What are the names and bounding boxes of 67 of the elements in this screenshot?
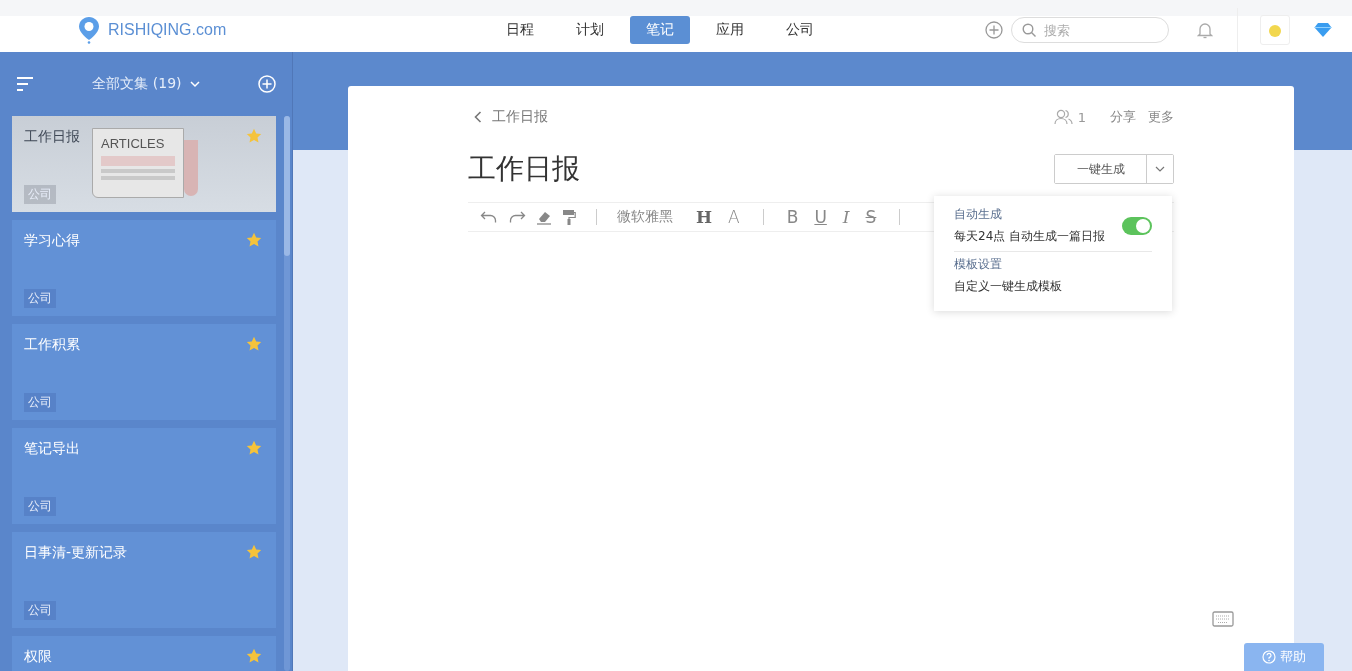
menu-icon[interactable] bbox=[16, 76, 34, 92]
members-icon[interactable] bbox=[1053, 109, 1074, 125]
add-icon[interactable] bbox=[985, 21, 1003, 39]
note-card[interactable]: 笔记导出 公司 bbox=[12, 428, 276, 524]
star-icon[interactable] bbox=[246, 128, 262, 144]
format-button[interactable]: U bbox=[811, 207, 830, 227]
note-tag: 公司 bbox=[24, 393, 56, 412]
diamond-icon[interactable] bbox=[1314, 22, 1332, 38]
nav-tab[interactable]: 日程 bbox=[490, 16, 550, 44]
star-icon[interactable] bbox=[246, 544, 262, 560]
format-button[interactable]: B bbox=[783, 207, 802, 227]
nav-tab[interactable]: 笔记 bbox=[630, 16, 690, 44]
note-tag: 公司 bbox=[24, 289, 56, 308]
collection-dropdown[interactable]: 全部文集 (19) bbox=[92, 75, 200, 93]
newspaper-drawing: ARTICLES bbox=[92, 128, 200, 198]
search-icon bbox=[1022, 23, 1037, 38]
chevron-down-icon bbox=[189, 80, 200, 88]
star-icon[interactable] bbox=[246, 336, 262, 352]
note-card[interactable]: 学习心得 公司 bbox=[12, 220, 276, 316]
avatar[interactable] bbox=[1260, 15, 1290, 45]
menu-item-description: 自定义一键生成模板 bbox=[954, 278, 1062, 295]
note-title: 日事清-更新记录 bbox=[24, 544, 128, 562]
help-icon bbox=[1262, 650, 1276, 664]
star-icon[interactable] bbox=[246, 440, 262, 456]
chevron-left-icon bbox=[474, 111, 482, 123]
star-icon[interactable] bbox=[246, 232, 262, 248]
action-link[interactable]: 分享 bbox=[1110, 108, 1136, 126]
nav-tab[interactable]: 公司 bbox=[770, 16, 830, 44]
caret-icon bbox=[1155, 166, 1165, 172]
menu-item-description: 每天24点 自动生成一篇日报 bbox=[954, 228, 1106, 245]
format-button[interactable]: I bbox=[839, 207, 853, 227]
bell-icon[interactable] bbox=[1197, 21, 1213, 39]
note-title: 工作日报 bbox=[24, 128, 80, 146]
undo-icon[interactable] bbox=[480, 210, 498, 224]
format-button[interactable]: S bbox=[862, 207, 880, 227]
document-title: 工作日报 bbox=[468, 151, 580, 187]
note-title: 权限 bbox=[24, 648, 52, 666]
menu-item-title[interactable]: 自动生成 bbox=[954, 206, 1106, 223]
toggle-switch[interactable] bbox=[1122, 216, 1152, 235]
search-field[interactable]: 搜索 bbox=[1011, 17, 1169, 43]
action-link[interactable]: 更多 bbox=[1148, 108, 1174, 126]
font-select[interactable]: 微软雅黑 bbox=[617, 208, 673, 226]
paint-roller-icon[interactable] bbox=[562, 209, 576, 225]
location-pin-icon bbox=[78, 16, 100, 44]
logo-text[interactable]: RISHIQING.com bbox=[108, 21, 227, 39]
note-card[interactable]: 日事清-更新记录 公司 bbox=[12, 532, 276, 628]
note-tag: 公司 bbox=[24, 601, 56, 620]
scrollbar-thumb[interactable] bbox=[284, 116, 290, 256]
format-button[interactable]: A bbox=[725, 207, 743, 227]
note-title: 工作积累 bbox=[24, 336, 80, 354]
keyboard-icon[interactable] bbox=[1212, 611, 1234, 627]
help-button[interactable]: 帮助 bbox=[1244, 643, 1324, 671]
note-title: 笔记导出 bbox=[24, 440, 80, 458]
nav-tab[interactable]: 应用 bbox=[700, 16, 760, 44]
note-card[interactable]: 工作积累 公司 bbox=[12, 324, 276, 420]
eraser-icon[interactable] bbox=[536, 209, 552, 225]
back-link[interactable]: 工作日报 bbox=[468, 108, 548, 126]
generate-button[interactable]: 一键生成 bbox=[1055, 155, 1147, 183]
note-card[interactable]: 权限 bbox=[12, 636, 276, 671]
menu-item-title[interactable]: 模板设置 bbox=[954, 256, 1062, 273]
nav-tab[interactable]: 计划 bbox=[560, 16, 620, 44]
member-count: 1 bbox=[1077, 109, 1086, 125]
star-icon[interactable] bbox=[246, 648, 262, 664]
format-button[interactable]: H bbox=[693, 207, 716, 227]
note-title: 学习心得 bbox=[24, 232, 80, 250]
note-tag: 公司 bbox=[24, 497, 56, 516]
redo-icon[interactable] bbox=[508, 210, 526, 224]
